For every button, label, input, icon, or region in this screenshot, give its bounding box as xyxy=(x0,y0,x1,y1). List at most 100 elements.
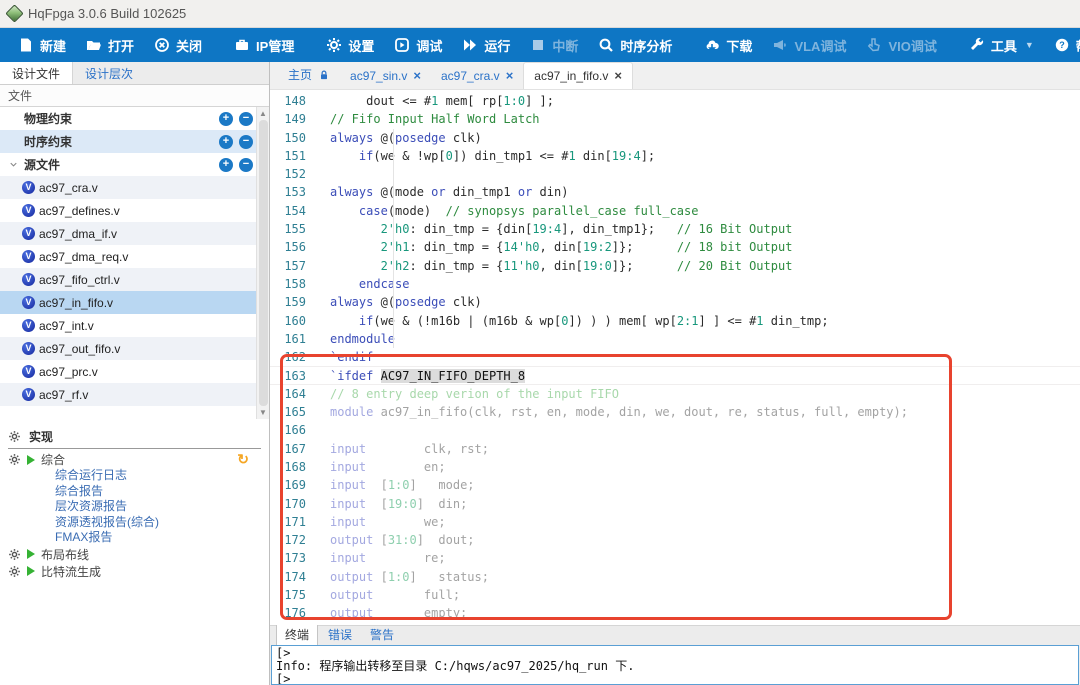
code-token: output xyxy=(330,570,373,584)
remove-file-button[interactable]: − xyxy=(239,112,253,126)
toolbar-button-debug-play[interactable]: 调试 xyxy=(386,31,450,59)
editor-tab-label: 主页 xyxy=(288,66,312,83)
toolbar-button-label: 中断 xyxy=(552,36,578,55)
tree-group-row[interactable]: 源文件+− xyxy=(0,153,269,176)
code-token: 11'h0 xyxy=(503,259,539,273)
code-token: // 16 Bit Output xyxy=(677,222,793,236)
line-number: 171 xyxy=(270,513,306,531)
code-line: 171input we; xyxy=(270,513,1080,531)
close-tab-icon[interactable]: × xyxy=(614,68,622,83)
toolbar-button-gear[interactable]: 设置 xyxy=(318,31,382,59)
code-token: endmodule xyxy=(330,332,395,346)
close-tab-icon[interactable]: × xyxy=(413,68,421,83)
implementation-header: 实现 xyxy=(0,427,269,445)
source-file-name: ac97_defines.v xyxy=(39,204,120,218)
code-token: we; xyxy=(366,515,445,529)
report-link[interactable]: 层次资源报告 xyxy=(0,499,269,515)
pointer-icon xyxy=(866,37,882,53)
code-text: output full; xyxy=(306,586,460,604)
source-file-item[interactable]: Vac97_dma_if.v xyxy=(0,222,269,245)
code-token: 19:4 xyxy=(532,222,561,236)
tree-group-row[interactable]: 物理约束+− xyxy=(0,107,269,130)
bottom-tab-终端[interactable]: 终端 xyxy=(276,624,318,645)
flow-step-综合[interactable]: 综合↻ xyxy=(0,451,269,468)
source-file-name: ac97_cra.v xyxy=(39,181,98,195)
line-number: 155 xyxy=(270,220,306,238)
source-file-item[interactable]: Vac97_rf.v xyxy=(0,383,269,406)
add-file-button[interactable]: + xyxy=(219,135,233,149)
toolbar-button-run[interactable]: 运行 xyxy=(454,31,518,59)
source-file-item[interactable]: Vac97_int.v xyxy=(0,314,269,337)
code-token: @( xyxy=(373,131,395,145)
bottom-tab-错误[interactable]: 错误 xyxy=(320,625,360,645)
code-line: 166 xyxy=(270,421,1080,439)
toolbar-button-download-cloud[interactable]: 下载 xyxy=(696,31,760,59)
code-line: 163`ifdef AC97_IN_FIFO_DEPTH_8 xyxy=(270,366,1080,384)
report-link[interactable]: FMAX报告 xyxy=(0,530,269,546)
editor-tab-ac97_sin.v[interactable]: ac97_sin.v× xyxy=(340,63,431,89)
terminal-line: [> xyxy=(276,673,1074,685)
editor-tab-ac97_in_fifo.v[interactable]: ac97_in_fifo.v× xyxy=(523,62,633,89)
chevron-down-icon: ▼ xyxy=(1025,40,1034,50)
run-step-icon[interactable] xyxy=(27,455,35,465)
toolbar-button-help[interactable]: ?帮助▼ xyxy=(1046,31,1080,59)
code-token: ]) din_tmp1 <= # xyxy=(453,149,569,163)
source-file-item[interactable]: Vac97_in_fifo.v xyxy=(0,291,269,314)
code-token: : din_tmp = { xyxy=(409,240,503,254)
terminal-output[interactable]: [>Info: 程序输出转移至目录 C:/hqws/ac97_2025/hq_r… xyxy=(271,645,1079,685)
bottom-tab-警告[interactable]: 警告 xyxy=(362,625,402,645)
implementation-panel: 实现综合↻综合运行日志综合报告层次资源报告资源透视报告(综合)FMAX报告布局布… xyxy=(0,419,269,685)
toolbar-button-new-file[interactable]: 新建 xyxy=(10,31,74,59)
tree-scrollbar[interactable]: ▲▼ xyxy=(256,107,269,419)
code-token: 14'h0 xyxy=(503,240,539,254)
run-step-icon[interactable] xyxy=(27,566,35,576)
sidebar-tab-design-hierarchy[interactable]: 设计层次 xyxy=(73,62,145,84)
report-link[interactable]: 综合报告 xyxy=(0,484,269,500)
code-token: din[ xyxy=(576,149,612,163)
main-toolbar: 新建打开关闭IP管理设置调试运行中断时序分析下载VLA调试VIO调试工具▼?帮助… xyxy=(0,28,1080,62)
toolbar-button-search[interactable]: 时序分析 xyxy=(590,31,680,59)
toolbar-button-wrench[interactable]: 工具 ▼ xyxy=(961,31,1042,59)
run-step-icon[interactable] xyxy=(27,549,35,559)
refresh-icon[interactable]: ↻ xyxy=(237,451,249,468)
editor-column: 主页ac97_sin.v×ac97_cra.v×ac97_in_fifo.v× … xyxy=(270,62,1080,685)
source-file-item[interactable]: Vac97_prc.v xyxy=(0,360,269,383)
add-file-button[interactable]: + xyxy=(219,158,233,172)
code-editor[interactable]: 148 dout <= #1 mem[ rp[1:0] ];149// Fifo… xyxy=(270,90,1080,625)
toolbar-button-label: 工具 xyxy=(991,36,1017,55)
source-file-item[interactable]: Vac97_cra.v xyxy=(0,176,269,199)
scrollbar-thumb[interactable] xyxy=(259,120,268,406)
code-token xyxy=(330,149,359,163)
code-line: 151 if(we & !wp[0]) din_tmp1 <= #1 din[1… xyxy=(270,147,1080,165)
toolbar-button-label: VIO调试 xyxy=(888,36,936,55)
toolbar-button-close-circle[interactable]: 关闭 xyxy=(146,31,210,59)
tree-group-row[interactable]: 时序约束+− xyxy=(0,130,269,153)
close-tab-icon[interactable]: × xyxy=(506,68,514,83)
code-token: din) xyxy=(532,185,568,199)
source-file-item[interactable]: Vac97_fifo_ctrl.v xyxy=(0,268,269,291)
line-number: 167 xyxy=(270,440,306,458)
flow-step-比特流生成[interactable]: 比特流生成 xyxy=(0,563,269,580)
scroll-up-icon[interactable]: ▲ xyxy=(259,109,267,118)
sidebar-tab-design-files[interactable]: 设计文件 xyxy=(0,62,73,84)
report-link[interactable]: 资源透视报告(综合) xyxy=(0,515,269,531)
code-line: 169input [1:0] mode; xyxy=(270,476,1080,494)
editor-tab-ac97_cra.v[interactable]: ac97_cra.v× xyxy=(431,63,523,89)
chevron-down-icon xyxy=(8,159,22,170)
flow-step-布局布线[interactable]: 布局布线 xyxy=(0,546,269,563)
source-file-item[interactable]: Vac97_defines.v xyxy=(0,199,269,222)
toolbar-button-open-folder[interactable]: 打开 xyxy=(78,31,142,59)
source-file-item[interactable]: Vac97_dma_req.v xyxy=(0,245,269,268)
scroll-down-icon[interactable]: ▼ xyxy=(259,408,267,417)
remove-file-button[interactable]: − xyxy=(239,135,253,149)
code-line: 167input clk, rst; xyxy=(270,440,1080,458)
toolbar-button-briefcase[interactable]: IP管理 xyxy=(226,31,302,59)
remove-file-button[interactable]: − xyxy=(239,158,253,172)
source-file-item[interactable]: Vac97_out_fifo.v xyxy=(0,337,269,360)
code-text: if(we & !wp[0]) din_tmp1 <= #1 din[19:4]… xyxy=(306,147,655,165)
editor-tab-主页[interactable]: 主页 xyxy=(278,61,340,89)
code-line: 155 2'h0: din_tmp = {din[19:4], din_tmp1… xyxy=(270,220,1080,238)
files-column-header: 文件 xyxy=(0,85,269,107)
add-file-button[interactable]: + xyxy=(219,112,233,126)
report-link[interactable]: 综合运行日志 xyxy=(0,468,269,484)
